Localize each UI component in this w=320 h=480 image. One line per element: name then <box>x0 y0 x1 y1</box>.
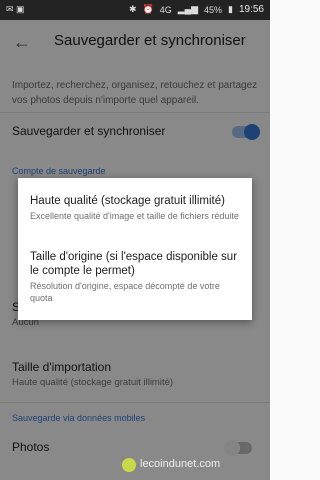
option-subtitle: Résolution d'origine, espace décompté de… <box>30 281 220 303</box>
signal-icon: ▂▄▆ <box>177 4 198 14</box>
option-high-quality[interactable]: Haute qualité (stockage gratuit illimité… <box>30 194 242 222</box>
network-label: 4G <box>159 4 172 15</box>
watermark-logo-icon <box>122 458 136 472</box>
upload-size-dialog: Haute qualité (stockage gratuit illimité… <box>18 178 252 320</box>
clock: 19:56 <box>238 4 264 15</box>
status-right: ✱ ⏰ 4G ▂▄▆ 45% ▮ 19:56 <box>129 4 264 15</box>
bluetooth-icon: ✱ <box>128 4 137 14</box>
option-subtitle: Excellente qualité d'image et taille de … <box>30 211 239 221</box>
watermark-text: lecoindunet.com <box>140 458 221 470</box>
notification-icons: ✉ ▣ <box>6 4 25 14</box>
battery-icon: ▮ <box>228 4 233 14</box>
status-bar: ✉ ▣ ✱ ⏰ 4G ▂▄▆ 45% ▮ 19:56 <box>0 0 270 20</box>
option-title: Taille d'origine (si l'espace disponible… <box>30 251 238 277</box>
option-title: Haute qualité (stockage gratuit illimité… <box>30 195 225 207</box>
battery-percent: 45% <box>204 4 223 15</box>
option-original-size[interactable]: Taille d'origine (si l'espace disponible… <box>30 250 242 304</box>
alarm-icon: ⏰ <box>142 4 154 14</box>
